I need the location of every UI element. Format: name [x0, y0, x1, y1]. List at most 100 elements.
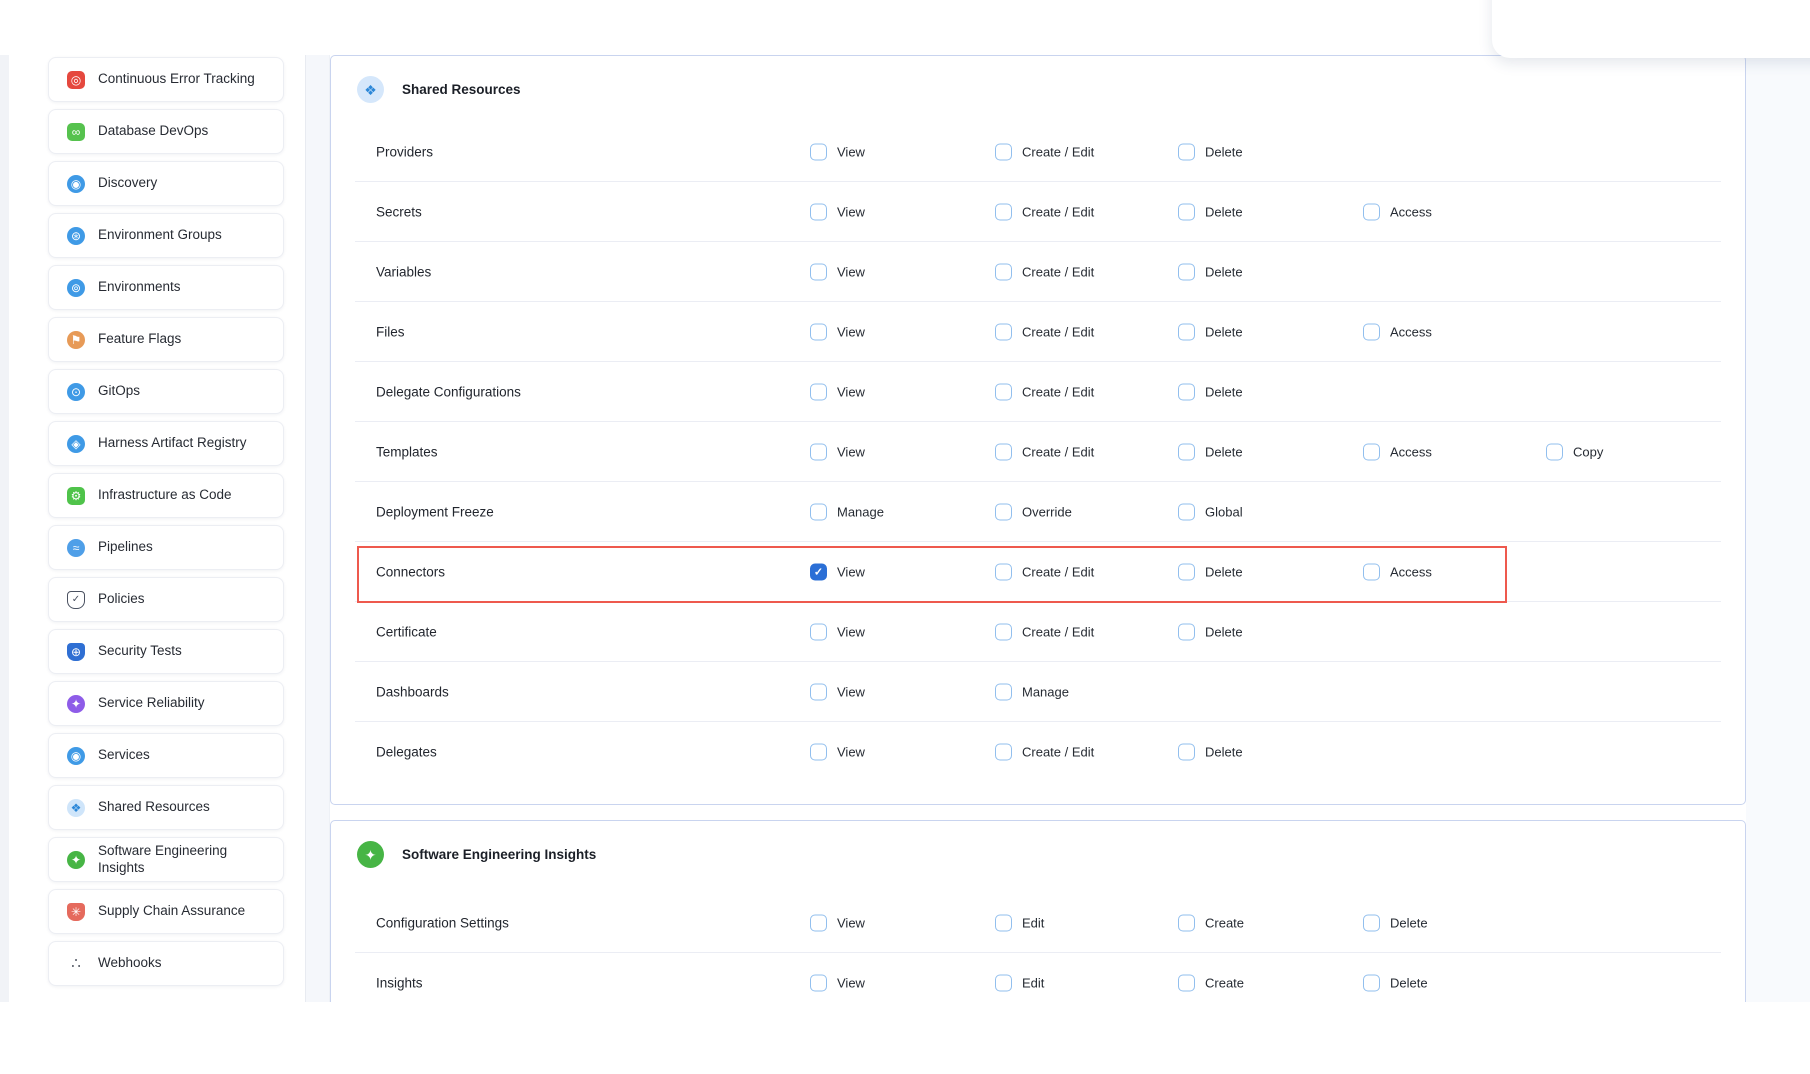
- secrets-view-checkbox[interactable]: View: [810, 204, 865, 221]
- secrets-access-checkbox[interactable]: Access: [1363, 204, 1432, 221]
- checkbox-unchecked[interactable]: [995, 564, 1012, 581]
- checkbox-unchecked[interactable]: [1546, 444, 1563, 461]
- sidebar-item-pipelines[interactable]: ≈Pipelines: [48, 525, 284, 570]
- checkbox-unchecked[interactable]: [1363, 975, 1380, 992]
- sidebar-item-software-engineering-insights[interactable]: ✦Software Engineering Insights: [48, 837, 284, 882]
- checkbox-unchecked[interactable]: [810, 975, 827, 992]
- checkbox-unchecked[interactable]: [1178, 204, 1195, 221]
- configuration-settings-view-checkbox[interactable]: View: [810, 915, 865, 932]
- variables-delete-checkbox[interactable]: Delete: [1178, 264, 1243, 281]
- checkbox-unchecked[interactable]: [1178, 975, 1195, 992]
- sidebar-item-service-reliability[interactable]: ✦Service Reliability: [48, 681, 284, 726]
- checkbox-unchecked[interactable]: [1363, 915, 1380, 932]
- templates-copy-checkbox[interactable]: Copy: [1546, 444, 1603, 461]
- checkbox-unchecked[interactable]: [995, 624, 1012, 641]
- delegates-create-edit-checkbox[interactable]: Create / Edit: [995, 744, 1094, 761]
- deployment-freeze-override-checkbox[interactable]: Override: [995, 504, 1072, 521]
- configuration-settings-edit-checkbox[interactable]: Edit: [995, 915, 1044, 932]
- sidebar-item-supply-chain-assurance[interactable]: ✳Supply Chain Assurance: [48, 889, 284, 934]
- checkbox-unchecked[interactable]: [810, 444, 827, 461]
- checkbox-unchecked[interactable]: [1178, 444, 1195, 461]
- checkbox-unchecked[interactable]: [995, 915, 1012, 932]
- sidebar-item-policies[interactable]: ✓Policies: [48, 577, 284, 622]
- connectors-access-checkbox[interactable]: Access: [1363, 564, 1432, 581]
- templates-create-edit-checkbox[interactable]: Create / Edit: [995, 444, 1094, 461]
- checkbox-unchecked[interactable]: [1178, 264, 1195, 281]
- sidebar-item-harness-artifact-registry[interactable]: ◈Harness Artifact Registry: [48, 421, 284, 466]
- secrets-delete-checkbox[interactable]: Delete: [1178, 204, 1243, 221]
- checkbox-unchecked[interactable]: [1363, 204, 1380, 221]
- sidebar-item-feature-flags[interactable]: ⚑Feature Flags: [48, 317, 284, 362]
- files-create-edit-checkbox[interactable]: Create / Edit: [995, 324, 1094, 341]
- sidebar-item-environment-groups[interactable]: ⊛Environment Groups: [48, 213, 284, 258]
- checkbox-checked[interactable]: [810, 564, 827, 581]
- checkbox-unchecked[interactable]: [995, 684, 1012, 701]
- checkbox-unchecked[interactable]: [1178, 384, 1195, 401]
- delegate-configurations-delete-checkbox[interactable]: Delete: [1178, 384, 1243, 401]
- delegate-configurations-view-checkbox[interactable]: View: [810, 384, 865, 401]
- checkbox-unchecked[interactable]: [1178, 915, 1195, 932]
- sidebar-item-shared-resources[interactable]: ❖Shared Resources: [48, 785, 284, 830]
- checkbox-unchecked[interactable]: [1178, 624, 1195, 641]
- checkbox-unchecked[interactable]: [995, 204, 1012, 221]
- insights-delete-checkbox[interactable]: Delete: [1363, 975, 1428, 992]
- sidebar-item-environments[interactable]: ⊚Environments: [48, 265, 284, 310]
- checkbox-unchecked[interactable]: [810, 504, 827, 521]
- sidebar-item-security-tests[interactable]: ⊕Security Tests: [48, 629, 284, 674]
- dashboards-view-checkbox[interactable]: View: [810, 684, 865, 701]
- sidebar-item-infrastructure-as-code[interactable]: ⚙Infrastructure as Code: [48, 473, 284, 518]
- checkbox-unchecked[interactable]: [995, 744, 1012, 761]
- templates-view-checkbox[interactable]: View: [810, 444, 865, 461]
- files-delete-checkbox[interactable]: Delete: [1178, 324, 1243, 341]
- checkbox-unchecked[interactable]: [810, 744, 827, 761]
- configuration-settings-create-checkbox[interactable]: Create: [1178, 915, 1244, 932]
- checkbox-unchecked[interactable]: [1363, 564, 1380, 581]
- checkbox-unchecked[interactable]: [810, 384, 827, 401]
- sidebar-item-gitops[interactable]: ⊙GitOps: [48, 369, 284, 414]
- checkbox-unchecked[interactable]: [810, 915, 827, 932]
- checkbox-unchecked[interactable]: [810, 324, 827, 341]
- delegates-delete-checkbox[interactable]: Delete: [1178, 744, 1243, 761]
- checkbox-unchecked[interactable]: [995, 324, 1012, 341]
- checkbox-unchecked[interactable]: [810, 204, 827, 221]
- checkbox-unchecked[interactable]: [1178, 564, 1195, 581]
- checkbox-unchecked[interactable]: [1178, 504, 1195, 521]
- checkbox-unchecked[interactable]: [995, 264, 1012, 281]
- checkbox-unchecked[interactable]: [1178, 324, 1195, 341]
- variables-view-checkbox[interactable]: View: [810, 264, 865, 281]
- insights-view-checkbox[interactable]: View: [810, 975, 865, 992]
- sidebar-item-discovery[interactable]: ◉Discovery: [48, 161, 284, 206]
- variables-create-edit-checkbox[interactable]: Create / Edit: [995, 264, 1094, 281]
- sidebar-item-services[interactable]: ◉Services: [48, 733, 284, 778]
- providers-view-checkbox[interactable]: View: [810, 144, 865, 161]
- files-view-checkbox[interactable]: View: [810, 324, 865, 341]
- delegates-view-checkbox[interactable]: View: [810, 744, 865, 761]
- certificate-create-edit-checkbox[interactable]: Create / Edit: [995, 624, 1094, 641]
- checkbox-unchecked[interactable]: [1363, 444, 1380, 461]
- connectors-view-checkbox[interactable]: View: [810, 564, 865, 581]
- sidebar-item-database-devops[interactable]: ∞Database DevOps: [48, 109, 284, 154]
- sidebar-item-webhooks[interactable]: ∴Webhooks: [48, 941, 284, 986]
- insights-edit-checkbox[interactable]: Edit: [995, 975, 1044, 992]
- connectors-create-edit-checkbox[interactable]: Create / Edit: [995, 564, 1094, 581]
- connectors-delete-checkbox[interactable]: Delete: [1178, 564, 1243, 581]
- secrets-create-edit-checkbox[interactable]: Create / Edit: [995, 204, 1094, 221]
- files-access-checkbox[interactable]: Access: [1363, 324, 1432, 341]
- dashboards-manage-checkbox[interactable]: Manage: [995, 684, 1069, 701]
- configuration-settings-delete-checkbox[interactable]: Delete: [1363, 915, 1428, 932]
- scrollbar-track[interactable]: [305, 55, 330, 1002]
- templates-delete-checkbox[interactable]: Delete: [1178, 444, 1243, 461]
- checkbox-unchecked[interactable]: [810, 684, 827, 701]
- insights-create-checkbox[interactable]: Create: [1178, 975, 1244, 992]
- templates-access-checkbox[interactable]: Access: [1363, 444, 1432, 461]
- checkbox-unchecked[interactable]: [995, 975, 1012, 992]
- checkbox-unchecked[interactable]: [995, 144, 1012, 161]
- certificate-view-checkbox[interactable]: View: [810, 624, 865, 641]
- deployment-freeze-global-checkbox[interactable]: Global: [1178, 504, 1243, 521]
- providers-delete-checkbox[interactable]: Delete: [1178, 144, 1243, 161]
- providers-create-edit-checkbox[interactable]: Create / Edit: [995, 144, 1094, 161]
- delegate-configurations-create-edit-checkbox[interactable]: Create / Edit: [995, 384, 1094, 401]
- checkbox-unchecked[interactable]: [1178, 144, 1195, 161]
- sidebar-item-continuous-error-tracking[interactable]: ◎Continuous Error Tracking: [48, 57, 284, 102]
- checkbox-unchecked[interactable]: [1363, 324, 1380, 341]
